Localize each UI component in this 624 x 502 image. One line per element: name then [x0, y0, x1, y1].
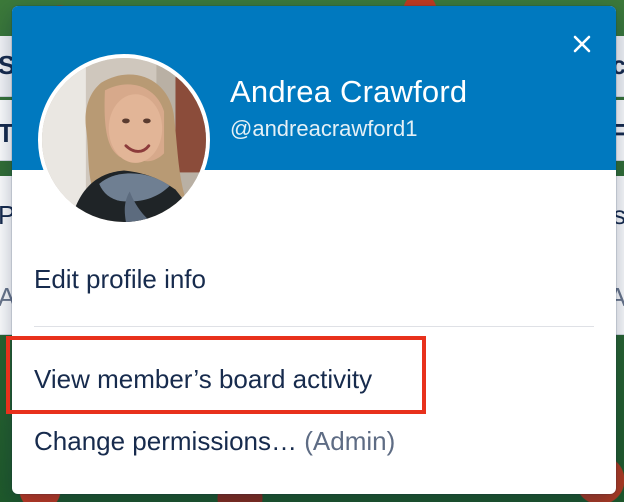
menu-divider [34, 326, 594, 327]
admin-suffix: (Admin) [304, 426, 396, 456]
avatar-photo [42, 58, 206, 222]
member-name: Andrea Crawford [230, 74, 468, 109]
edit-profile-info-link[interactable]: Edit profile info [34, 264, 206, 295]
change-permissions-label: Change permissions… [34, 426, 298, 456]
member-popover: Andrea Crawford @andreacrawford1 Edit pr… [12, 6, 616, 494]
close-icon [573, 35, 591, 53]
close-button[interactable] [564, 26, 600, 62]
change-permissions-link[interactable]: Change permissions… (Admin) [34, 426, 395, 457]
member-username: @andreacrawford1 [230, 116, 418, 141]
avatar [38, 54, 210, 226]
view-board-activity-link[interactable]: View member’s board activity [34, 364, 372, 395]
